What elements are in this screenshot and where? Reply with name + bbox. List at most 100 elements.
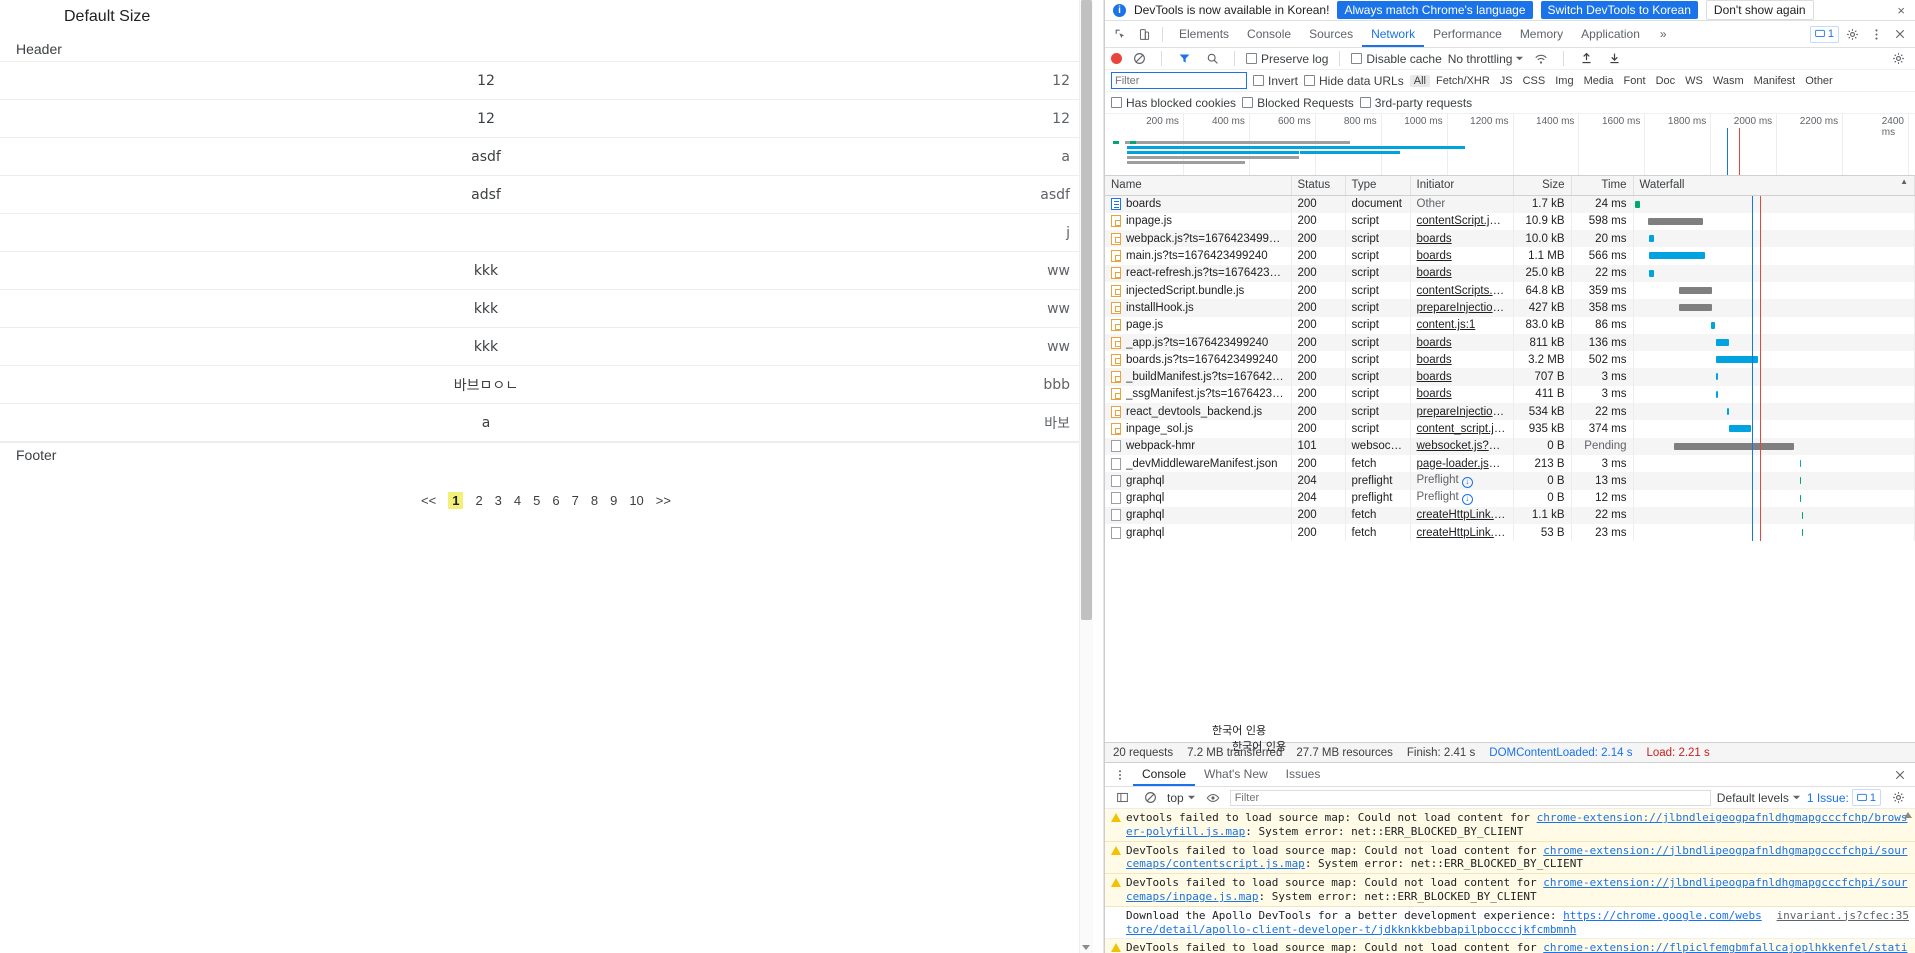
console-message[interactable]: DevTools failed to load source map: Coul… [1105, 841, 1915, 875]
third-party-requests-checkbox[interactable]: 3rd-party requests [1359, 96, 1472, 110]
drawer-tab-issues[interactable]: Issues [1277, 763, 1330, 786]
close-devtools-icon[interactable] [1889, 23, 1911, 45]
network-filter-input[interactable] [1111, 72, 1247, 89]
scroll-down-icon[interactable] [1082, 945, 1090, 950]
search-icon[interactable] [1201, 48, 1223, 70]
request-name-cell[interactable]: installHook.js [1105, 299, 1292, 317]
pagination-page[interactable]: 9 [610, 493, 617, 508]
invert-checkbox[interactable]: Invert [1253, 74, 1298, 88]
column-header-status[interactable]: Status [1291, 176, 1346, 196]
issues-counter[interactable]: 1 [1809, 25, 1839, 43]
close-drawer-icon[interactable] [1889, 764, 1911, 786]
network-overview-timeline[interactable]: 200 ms 400 ms 600 ms 800 ms 1000 ms 1200 ms 14… [1105, 114, 1915, 176]
export-har-icon[interactable] [1603, 48, 1625, 70]
initiator-label[interactable]: page-loader.js?e8… [1417, 458, 1513, 470]
request-initiator[interactable]: contentScript.js:66 [1410, 212, 1514, 231]
dont-show-again-button[interactable]: Don't show again [1705, 0, 1814, 20]
request-row[interactable]: graphql 200 fetch createHttpLink.js?… 1.1 kB… [1105, 506, 1915, 525]
request-row[interactable]: boards.js?ts=1676423499240 200 script board… [1105, 351, 1915, 369]
request-initiator[interactable]: createHttpLink.js?… [1410, 506, 1514, 525]
record-button[interactable] [1111, 53, 1122, 64]
request-initiator[interactable]: contentScripts.bu… [1410, 281, 1514, 300]
request-initiator[interactable]: createHttpLink.js?… [1410, 524, 1514, 542]
column-header-time[interactable]: Time [1571, 176, 1634, 196]
request-initiator[interactable]: boards [1410, 230, 1514, 248]
request-name-cell[interactable]: graphql [1105, 489, 1292, 507]
pagination-next[interactable]: >> [656, 493, 671, 508]
request-row[interactable]: _ssgManifest.js?ts=1676423499240 200scrip… [1105, 385, 1915, 404]
request-name-cell[interactable]: main.js?ts=1676423499240 [1105, 247, 1292, 265]
request-row[interactable]: _devMiddlewareManifest.json 200 fetch page-… [1105, 454, 1915, 473]
board-row[interactable]: kkk ww [0, 290, 1092, 328]
column-header-name[interactable]: Name [1105, 176, 1292, 196]
request-row[interactable]: main.js?ts=1676423499240 200 script boards 1… [1105, 247, 1915, 265]
disable-cache-checkbox[interactable]: Disable cache [1351, 52, 1442, 66]
type-filter-all[interactable]: All [1409, 74, 1430, 87]
console-message[interactable]: evtools failed to load source map: Could… [1105, 809, 1915, 842]
initiator-label[interactable]: boards [1417, 233, 1452, 245]
request-name-cell[interactable]: page.js [1105, 316, 1292, 334]
initiator-label[interactable]: contentScript.js:66 [1417, 215, 1512, 227]
request-name-cell[interactable]: graphql [1105, 506, 1292, 525]
request-initiator[interactable]: websocket.js?a9b… [1410, 437, 1514, 455]
initiator-label[interactable]: boards [1417, 388, 1452, 400]
pagination-page[interactable]: 7 [572, 493, 579, 508]
console-scroll-up-icon[interactable] [1904, 812, 1912, 818]
request-initiator[interactable]: content_script.js:2… [1410, 420, 1514, 438]
inspect-element-icon[interactable] [1109, 23, 1131, 45]
initiator-label[interactable]: boards [1417, 354, 1452, 366]
pagination[interactable]: << 1 2 3 4 5 6 7 8 9 10 >> [0, 492, 1092, 509]
preserve-log-checkbox[interactable]: Preserve log [1246, 52, 1328, 66]
type-filter-font[interactable]: Font [1620, 75, 1650, 87]
device-toolbar-icon[interactable] [1133, 23, 1155, 45]
column-header-waterfall[interactable]: Waterfall ▲ [1633, 176, 1915, 196]
tab-sources[interactable]: Sources [1300, 21, 1362, 47]
tab-network[interactable]: Network [1362, 21, 1425, 47]
clear-console-icon[interactable] [1139, 787, 1161, 809]
console-filter-input[interactable] [1229, 789, 1711, 806]
more-tabs-icon[interactable]: » [1651, 21, 1676, 47]
execution-context-dropdown[interactable]: top [1167, 791, 1196, 805]
tab-performance[interactable]: Performance [1424, 21, 1511, 47]
console-link[interactable]: chrome-extension://flpiclfemgbmfallcajop… [1543, 941, 1861, 953]
drawer-menu-icon[interactable] [1109, 764, 1131, 786]
pagination-page[interactable]: 5 [533, 493, 540, 508]
kebab-menu-icon[interactable] [1865, 23, 1887, 45]
drawer-tab-console[interactable]: Console [1133, 763, 1196, 786]
board-row[interactable]: adsf asdf [0, 176, 1092, 214]
initiator-label[interactable]: prepareInjection.j… [1417, 406, 1513, 418]
board-row[interactable]: j [0, 214, 1092, 252]
console-link[interactable]: https://chrome.google.com/ [1563, 909, 1735, 922]
request-row[interactable]: boards 200 document Other 1.7 kB 24 ms [1105, 195, 1915, 213]
request-row[interactable]: installHook.js 200 script prepareInjection.… [1105, 299, 1915, 317]
always-match-language-button[interactable]: Always match Chrome's language [1337, 1, 1533, 19]
type-filter-img[interactable]: Img [1551, 75, 1577, 87]
type-filter-ws[interactable]: WS [1681, 75, 1707, 87]
initiator-label[interactable]: content_script.js:2… [1417, 423, 1513, 435]
initiator-label[interactable]: boards [1417, 250, 1452, 262]
request-initiator[interactable]: content.js:1 [1410, 316, 1514, 334]
request-initiator[interactable]: boards [1410, 385, 1514, 404]
request-name-cell[interactable]: _app.js?ts=1676423499240 [1105, 333, 1292, 352]
console-link[interactable]: chrome-extension://jlbndlipeogpafnldhgma… [1543, 844, 1868, 857]
type-filter-manifest[interactable]: Manifest [1750, 75, 1800, 87]
hide-data-urls-checkbox[interactable]: Hide data URLs [1304, 74, 1404, 88]
request-initiator[interactable]: prepareInjection.j… [1410, 403, 1514, 421]
pagination-page[interactable]: 6 [552, 493, 559, 508]
request-row[interactable]: graphql 200 fetch createHttpLink.js?… 53 B 23… [1105, 524, 1915, 542]
pagination-page[interactable]: 4 [514, 493, 521, 508]
drawer-tab-what-s-new[interactable]: What's New [1195, 763, 1277, 786]
initiator-label[interactable]: createHttpLink.js?… [1417, 527, 1513, 539]
request-row[interactable]: inpage_sol.js 200 script content_script.js:… [1105, 420, 1915, 438]
tab-console[interactable]: Console [1238, 21, 1300, 47]
request-initiator[interactable]: boards [1410, 247, 1514, 265]
board-row[interactable]: 12 12 [0, 100, 1092, 138]
request-name-cell[interactable]: graphql [1105, 472, 1292, 490]
initiator-label[interactable]: createHttpLink.js?… [1417, 509, 1513, 521]
pagination-prev[interactable]: << [421, 493, 436, 508]
request-row[interactable]: inpage.js 200 script contentScript.js:66 10.… [1105, 212, 1915, 231]
console-link[interactable]: chrome-extension://jlbndleigeogpafnldhgm… [1537, 811, 1868, 824]
console-message[interactable]: DevTools failed to load source map: Coul… [1105, 874, 1915, 907]
request-initiator[interactable]: prepareInjection.j… [1410, 299, 1514, 317]
initiator-label[interactable]: boards [1417, 337, 1452, 349]
